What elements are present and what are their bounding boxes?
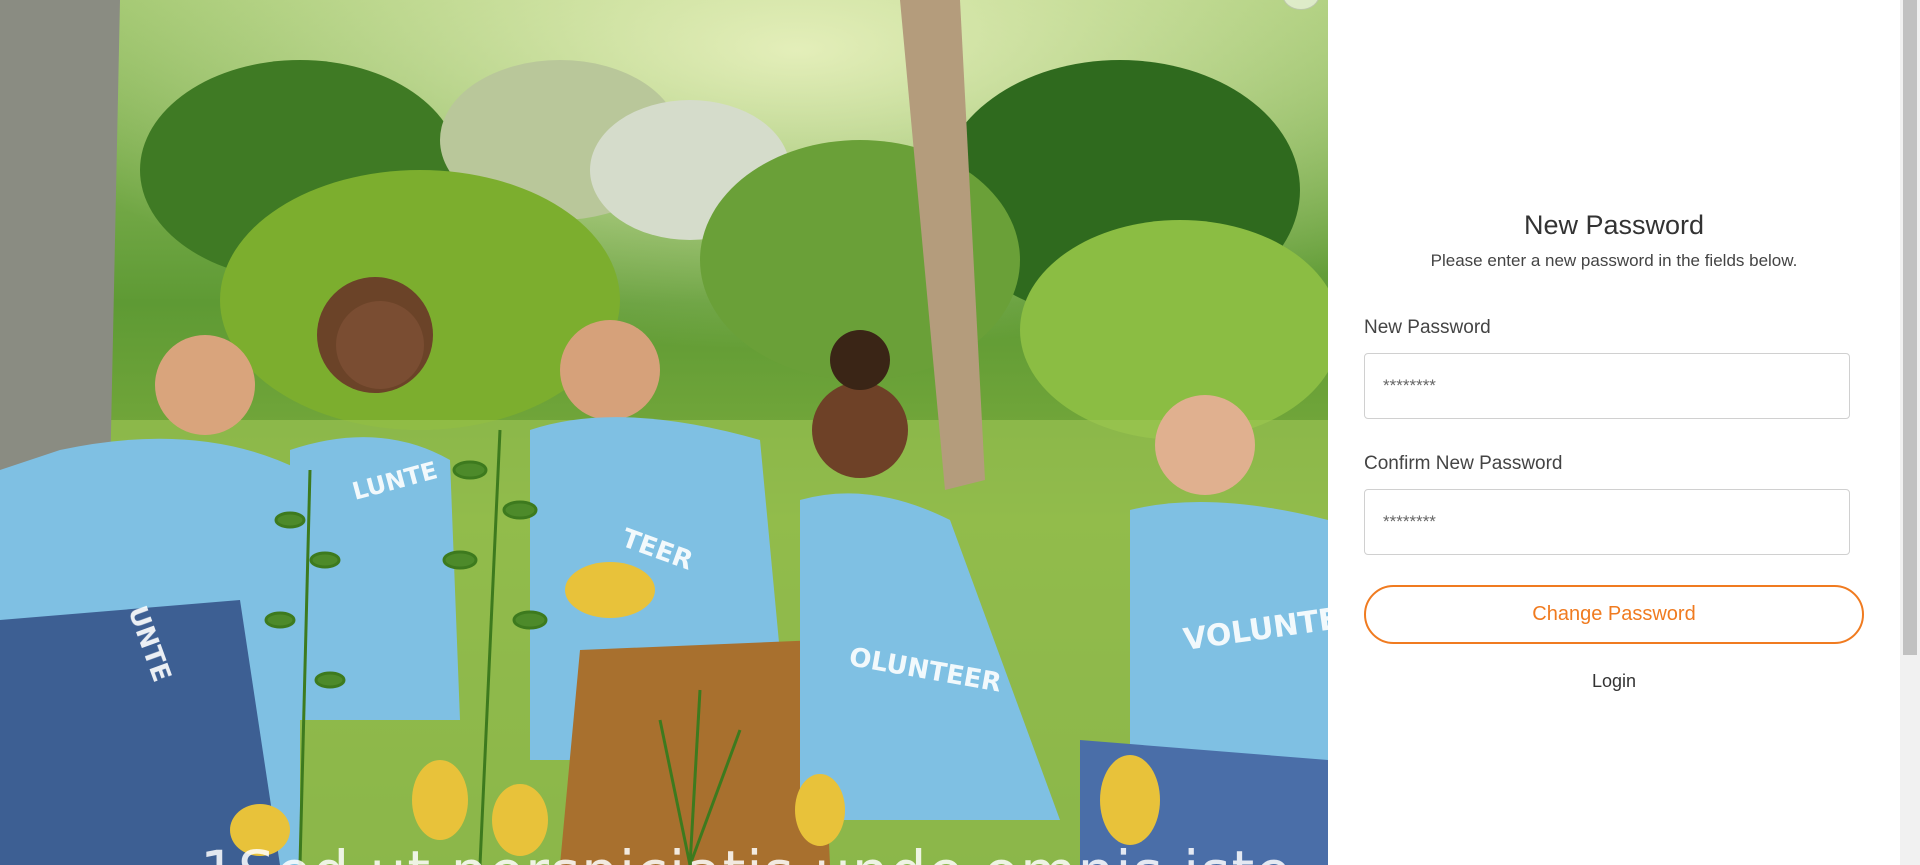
form-subtitle: Please enter a new password in the field…	[1430, 251, 1798, 270]
hero-image: UNTE LUNTE TEER OLUNTEER VOLUNTEER 1Sed …	[0, 0, 1328, 865]
change-password-button[interactable]: Change Password	[1364, 585, 1864, 644]
confirm-password-label: Confirm New Password	[1364, 453, 1563, 474]
form-title: New Password	[1523, 210, 1705, 240]
scrollbar-thumb[interactable]	[1903, 0, 1917, 655]
new-password-panel: New Password Please enter a new password…	[1328, 0, 1900, 865]
confirm-password-input[interactable]	[1364, 489, 1850, 555]
new-password-label: New Password	[1364, 317, 1491, 338]
volunteers-photo: UNTE LUNTE TEER OLUNTEER VOLUNTEER	[0, 0, 1328, 865]
login-link[interactable]: Login	[1328, 671, 1900, 692]
hero-caption: 1Sed ut perspiciatis unde omnis iste	[200, 838, 1292, 865]
page: UNTE LUNTE TEER OLUNTEER VOLUNTEER 1Sed …	[0, 0, 1920, 865]
new-password-input[interactable]	[1364, 353, 1850, 419]
